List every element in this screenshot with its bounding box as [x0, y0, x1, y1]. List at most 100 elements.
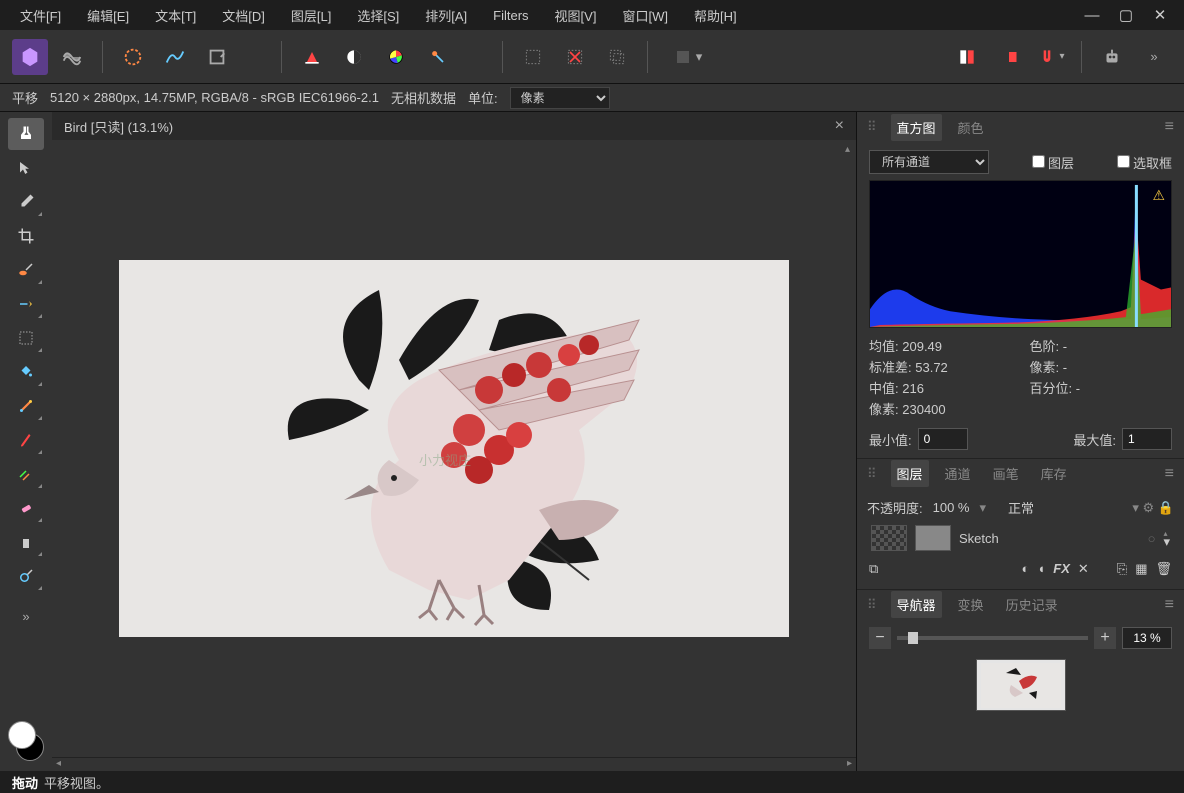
navigator-preview[interactable]	[976, 659, 1066, 711]
zoom-out-button[interactable]: −	[869, 627, 891, 649]
menu-arrange[interactable]: 排列[A]	[413, 2, 479, 29]
tab-histogram[interactable]: 直方图	[891, 114, 942, 141]
view-tool[interactable]	[8, 118, 44, 150]
paint-brush-tool[interactable]	[8, 424, 44, 456]
minimize-button[interactable]: —	[1084, 7, 1100, 23]
arrange-button[interactable]	[949, 39, 985, 75]
trash-icon[interactable]: 🗑	[1155, 561, 1172, 577]
histogram-min-input[interactable]	[918, 428, 968, 450]
color-picker-tool[interactable]	[8, 186, 44, 218]
toolbar-overflow-button[interactable]: »	[1136, 39, 1172, 75]
layer-thumb[interactable]	[915, 525, 951, 551]
histogram-max-input[interactable]	[1122, 428, 1172, 450]
assistant-button[interactable]	[1094, 39, 1130, 75]
panel-menu-icon[interactable]: ≡	[1165, 118, 1174, 136]
menu-view[interactable]: 视图[V]	[543, 2, 609, 29]
merge-icon[interactable]: ▦	[1135, 561, 1147, 577]
marquee-tool[interactable]	[8, 322, 44, 354]
duplicate-icon[interactable]: ⎘	[1117, 561, 1127, 577]
tab-brushes[interactable]: 画笔	[987, 460, 1025, 487]
context-bar: 平移 5120 × 2880px, 14.75MP, RGBA/8 - sRGB…	[0, 84, 1184, 112]
layer-group-icon[interactable]: ⧉	[869, 561, 878, 577]
persona-photo-button[interactable]	[12, 39, 48, 75]
gradient-tool[interactable]	[8, 390, 44, 422]
tab-navigator[interactable]: 导航器	[891, 591, 942, 618]
persona-export-button[interactable]	[199, 39, 235, 75]
histogram-selection-checkbox[interactable]: 选取框	[1117, 153, 1172, 172]
delete-fx-icon[interactable]: ✕	[1078, 561, 1089, 577]
menu-help[interactable]: 帮助[H]	[682, 2, 749, 29]
move-tool[interactable]	[8, 152, 44, 184]
horizontal-scrollbar[interactable]: ◂ ▸	[52, 757, 856, 771]
menu-filters[interactable]: Filters	[481, 4, 540, 27]
toggle-ui-button[interactable]	[991, 39, 1027, 75]
erase-tool[interactable]	[8, 492, 44, 524]
fx-icon[interactable]: FX	[1053, 561, 1070, 577]
document-tab[interactable]: Bird [只读] (13.1%)	[64, 117, 835, 136]
camera-data-label: 无相机数据	[391, 88, 456, 107]
auto-colors-button[interactable]	[378, 39, 414, 75]
selection-intersect-button[interactable]	[599, 39, 635, 75]
tool-name-label: 平移	[12, 88, 38, 107]
mask-icon[interactable]: ◖	[1037, 561, 1045, 577]
menu-document[interactable]: 文档[D]	[210, 2, 277, 29]
zoom-value-input[interactable]: 13 %	[1122, 627, 1172, 649]
selection-subtract-button[interactable]	[557, 39, 593, 75]
tab-layers[interactable]: 图层	[891, 460, 929, 487]
clone-tool[interactable]	[8, 526, 44, 558]
menu-file[interactable]: 文件[F]	[8, 2, 73, 29]
zoom-slider[interactable]	[897, 636, 1088, 640]
zoom-in-button[interactable]: +	[1094, 627, 1116, 649]
flood-select-tool[interactable]	[8, 288, 44, 320]
persona-tonemap-button[interactable]	[157, 39, 193, 75]
maximize-button[interactable]: ▢	[1118, 7, 1134, 23]
histogram-channel-select[interactable]: 所有通道	[869, 150, 989, 174]
quickmask-dropdown[interactable]: ▾	[660, 39, 716, 75]
color-swatches[interactable]	[6, 721, 46, 761]
menu-select[interactable]: 选择[S]	[345, 2, 411, 29]
menu-text[interactable]: 文本[T]	[143, 2, 208, 29]
crop-tool[interactable]	[8, 220, 44, 252]
opacity-value[interactable]: 100 %	[933, 500, 970, 515]
tab-transform[interactable]: 变换	[952, 591, 990, 618]
layer-mask-thumb[interactable]	[871, 525, 907, 551]
layer-row[interactable]: Sketch ○ ▴▾	[867, 521, 1174, 555]
panel-menu-icon[interactable]: ≡	[1165, 596, 1174, 614]
menu-layer[interactable]: 图层[L]	[279, 2, 343, 29]
selection-add-button[interactable]	[515, 39, 551, 75]
tab-history[interactable]: 历史记录	[1000, 591, 1064, 618]
document-close-button[interactable]: ×	[835, 117, 844, 135]
tab-stock[interactable]: 库存	[1035, 460, 1073, 487]
adjustment-icon[interactable]: ◐	[1022, 561, 1030, 577]
foreground-color-swatch[interactable]	[8, 721, 36, 749]
selection-brush-tool[interactable]	[8, 254, 44, 286]
blend-mode-select[interactable]: 正常	[1008, 498, 1034, 517]
auto-levels-button[interactable]	[294, 39, 330, 75]
tab-channels[interactable]: 通道	[939, 460, 977, 487]
persona-liquify-button[interactable]	[54, 39, 90, 75]
toolbar: ▾ ▾ »	[0, 30, 1184, 84]
unit-select[interactable]: 像素	[510, 87, 610, 109]
panel-menu-icon[interactable]: ≡	[1165, 465, 1174, 483]
menu-window[interactable]: 窗口[W]	[610, 2, 680, 29]
close-button[interactable]: ✕	[1152, 7, 1168, 23]
histogram-layer-checkbox[interactable]: 图层	[1032, 153, 1074, 172]
panel-grip-icon[interactable]: ⠿	[867, 119, 877, 135]
tab-color[interactable]: 颜色	[952, 114, 990, 141]
panel-grip-icon[interactable]: ⠿	[867, 597, 877, 613]
auto-whitebalance-button[interactable]	[420, 39, 456, 75]
panel-grip-icon[interactable]: ⠿	[867, 466, 877, 482]
snapping-button[interactable]: ▾	[1033, 39, 1069, 75]
flood-fill-tool[interactable]	[8, 356, 44, 388]
layers-panel-tabs: ⠿ 图层 通道 画笔 库存 ≡	[857, 458, 1184, 488]
persona-develop-button[interactable]	[115, 39, 151, 75]
vertical-scrollbar[interactable]: ▴	[842, 140, 856, 757]
histogram-graph: ⚠	[869, 180, 1172, 328]
dodge-tool[interactable]	[8, 560, 44, 592]
auto-contrast-button[interactable]	[336, 39, 372, 75]
canvas-viewport[interactable]: 小力视庄 ▴	[52, 140, 856, 757]
paint-mixer-tool[interactable]	[8, 458, 44, 490]
layer-name[interactable]: Sketch	[959, 531, 999, 546]
menu-edit[interactable]: 编辑[E]	[75, 2, 141, 29]
tools-overflow-button[interactable]: »	[8, 600, 44, 632]
